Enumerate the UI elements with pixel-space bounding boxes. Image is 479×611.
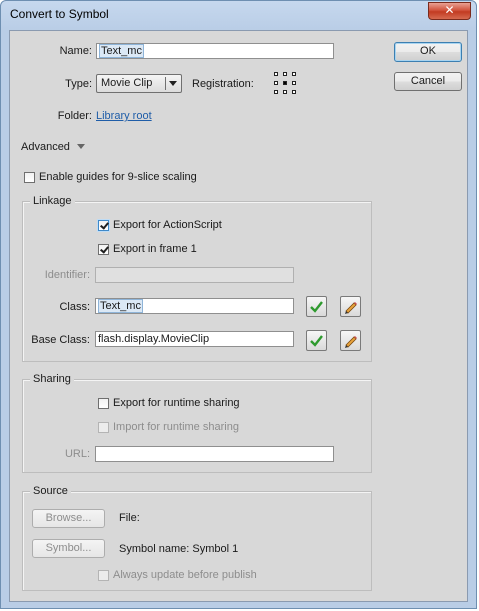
file-label: File: (119, 512, 140, 524)
folder-label: Folder: (57, 110, 92, 122)
title-bar[interactable]: Convert to Symbol ✕ (1, 1, 476, 29)
library-root-link[interactable]: Library root (96, 110, 152, 122)
validate-base-class-button[interactable] (306, 330, 327, 351)
dropdown-separator (165, 77, 166, 90)
registration-label: Registration: (192, 78, 254, 90)
class-input[interactable]: Text_mc (95, 298, 294, 314)
export-runtime-label: Export for runtime sharing (113, 397, 240, 409)
export-actionscript-checkbox[interactable] (98, 220, 109, 231)
edit-class-button[interactable] (340, 296, 361, 317)
pencil-icon (345, 336, 357, 348)
reg-point-bottom-right[interactable] (292, 90, 296, 94)
advanced-toggle[interactable]: Advanced (21, 141, 70, 153)
sharing-title: Sharing (30, 373, 74, 385)
chevron-down-icon (169, 81, 177, 86)
class-value: Text_mc (98, 299, 143, 313)
always-update-checkbox[interactable] (98, 570, 109, 581)
export-runtime-checkbox[interactable] (98, 398, 109, 409)
identifier-input[interactable] (95, 267, 294, 283)
type-selected: Movie Clip (101, 77, 153, 89)
reg-point-center[interactable] (283, 81, 287, 85)
close-button[interactable]: ✕ (428, 2, 471, 20)
dialog-body: Name: Text_mc Type: Movie Clip Registrat… (9, 30, 468, 602)
name-input[interactable]: Text_mc (96, 43, 334, 59)
checkmark-icon (310, 301, 323, 313)
reg-point-top-right[interactable] (292, 72, 296, 76)
export-frame1-checkbox[interactable] (98, 244, 109, 255)
source-title: Source (30, 485, 71, 497)
nine-slice-label: Enable guides for 9-slice scaling (39, 171, 197, 183)
url-input[interactable] (95, 446, 334, 462)
name-value: Text_mc (99, 44, 144, 58)
reg-point-middle-left[interactable] (274, 81, 278, 85)
type-dropdown[interactable]: Movie Clip (96, 74, 182, 93)
cancel-button[interactable]: Cancel (394, 72, 462, 91)
ok-button[interactable]: OK (394, 42, 462, 62)
reg-point-middle-right[interactable] (292, 81, 296, 85)
reg-point-bottom-left[interactable] (274, 90, 278, 94)
name-label: Name: (59, 45, 92, 57)
always-update-label: Always update before publish (113, 569, 257, 581)
class-label: Class: (59, 301, 90, 313)
base-class-input[interactable]: flash.display.MovieClip (95, 331, 294, 347)
window-title: Convert to Symbol (10, 7, 109, 21)
import-runtime-label: Import for runtime sharing (113, 421, 239, 433)
checkmark-icon (310, 335, 323, 347)
reg-point-top-left[interactable] (274, 72, 278, 76)
pencil-icon (345, 302, 357, 314)
export-frame1-label: Export in frame 1 (113, 243, 197, 255)
symbol-button[interactable]: Symbol... (32, 539, 105, 558)
nine-slice-checkbox[interactable] (24, 172, 35, 183)
base-class-label: Base Class: (31, 334, 90, 346)
convert-to-symbol-dialog: Convert to Symbol ✕ Name: Text_mc Type: … (0, 0, 477, 609)
linkage-title: Linkage (30, 195, 75, 207)
export-actionscript-label: Export for ActionScript (113, 219, 222, 231)
import-runtime-checkbox[interactable] (98, 422, 109, 433)
browse-button[interactable]: Browse... (32, 509, 105, 528)
triangle-down-icon[interactable] (77, 144, 85, 149)
symbol-name-label: Symbol name: Symbol 1 (119, 543, 239, 555)
registration-grid-icon[interactable] (274, 72, 296, 94)
close-icon: ✕ (444, 3, 455, 17)
validate-class-button[interactable] (306, 296, 327, 317)
edit-base-class-button[interactable] (340, 330, 361, 351)
type-label: Type: (65, 78, 92, 90)
reg-point-bottom-center[interactable] (283, 90, 287, 94)
identifier-label: Identifier: (44, 269, 90, 281)
url-label: URL: (64, 448, 90, 460)
reg-point-top-center[interactable] (283, 72, 287, 76)
